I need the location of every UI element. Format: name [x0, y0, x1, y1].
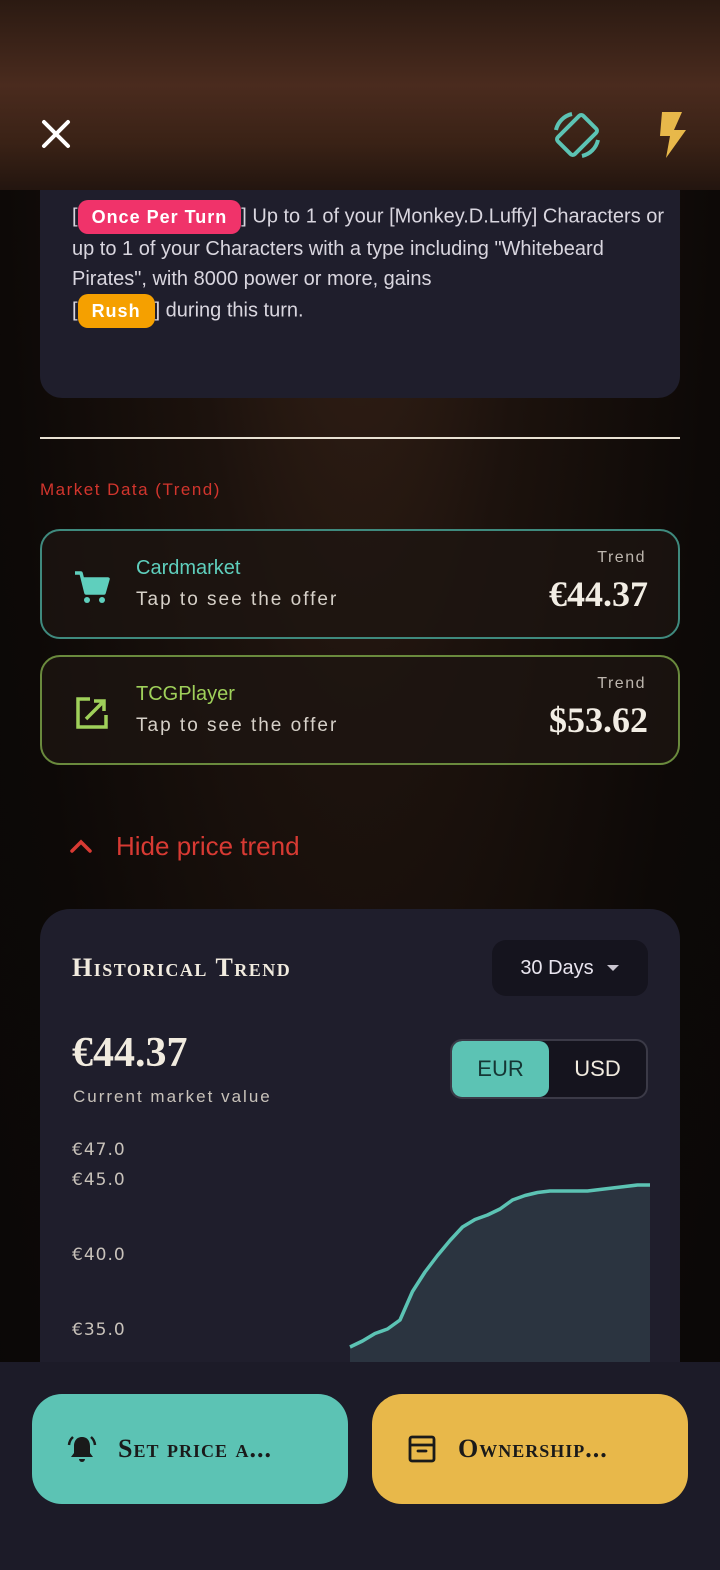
currency-toggle: EUR USD: [450, 1039, 648, 1099]
bell-alert-icon: [67, 1436, 97, 1462]
y-tick-label: €47.0: [72, 1140, 126, 1160]
tcgplayer-trend-label: Trend: [597, 675, 646, 692]
cardmarket-trend-label: Trend: [597, 549, 646, 566]
bottom-action-bar: Set price a... Ownership...: [0, 1362, 720, 1570]
set-price-alert-button[interactable]: Set price a...: [32, 1394, 348, 1504]
once-per-turn-tag: Once Per Turn: [77, 200, 242, 234]
tcgplayer-offer[interactable]: TCGPlayer Tap to see the offer Trend $53…: [40, 655, 680, 765]
range-select-value: 30 Days: [520, 956, 594, 979]
cardmarket-price: €44.37: [549, 574, 648, 614]
top-bar: [0, 0, 720, 190]
y-tick-label: €35.0: [72, 1320, 126, 1340]
bracket: [: [72, 299, 78, 322]
tcgplayer-name: TCGPlayer: [136, 683, 235, 705]
chevron-up-icon: [70, 839, 92, 853]
hide-price-trend-button[interactable]: Hide price trend: [66, 828, 300, 864]
archive-box-icon: [408, 1435, 436, 1463]
close-icon[interactable]: [36, 114, 76, 154]
tcgplayer-price: $53.62: [549, 700, 648, 740]
trend-area: [350, 1185, 650, 1369]
caret-down-icon: [606, 965, 619, 971]
rush-tag: Rush: [77, 294, 155, 328]
hide-price-trend-label: Hide price trend: [116, 830, 300, 861]
currency-eur[interactable]: EUR: [452, 1041, 549, 1097]
external-link-icon: [76, 697, 108, 729]
y-tick-label: €40.0: [72, 1245, 126, 1265]
trend-chart: €47.0 €45.0 €40.0 €35.0: [72, 1140, 650, 1369]
current-market-value: €44.37: [72, 1030, 188, 1076]
bracket: [: [72, 205, 78, 228]
divider: [40, 437, 680, 439]
cardmarket-name: Cardmarket: [136, 557, 241, 579]
flash-icon[interactable]: [652, 110, 692, 160]
cardmarket-offer[interactable]: Cardmarket Tap to see the offer Trend €4…: [40, 529, 680, 639]
effect-text-2: ] during this turn.: [154, 299, 304, 322]
cardmarket-sub: Tap to see the offer: [136, 589, 339, 610]
set-price-alert-label: Set price a...: [118, 1434, 272, 1463]
range-select[interactable]: 30 Days: [492, 940, 648, 996]
ownership-button[interactable]: Ownership...: [372, 1394, 688, 1504]
currency-usd[interactable]: USD: [549, 1041, 646, 1097]
ownership-label: Ownership...: [458, 1434, 608, 1463]
current-market-value-label: Current market value: [73, 1087, 272, 1106]
cart-icon: [75, 571, 110, 603]
card-effect-text: [Once Per Turn] Up to 1 of your [Monkey.…: [72, 200, 672, 328]
historical-trend-title: Historical Trend: [72, 953, 292, 982]
market-section-label: Market Data (Trend): [40, 480, 221, 499]
tcgplayer-sub: Tap to see the offer: [136, 715, 339, 736]
y-tick-label: €45.0: [72, 1170, 126, 1190]
screen-rotation-icon[interactable]: [550, 108, 604, 162]
